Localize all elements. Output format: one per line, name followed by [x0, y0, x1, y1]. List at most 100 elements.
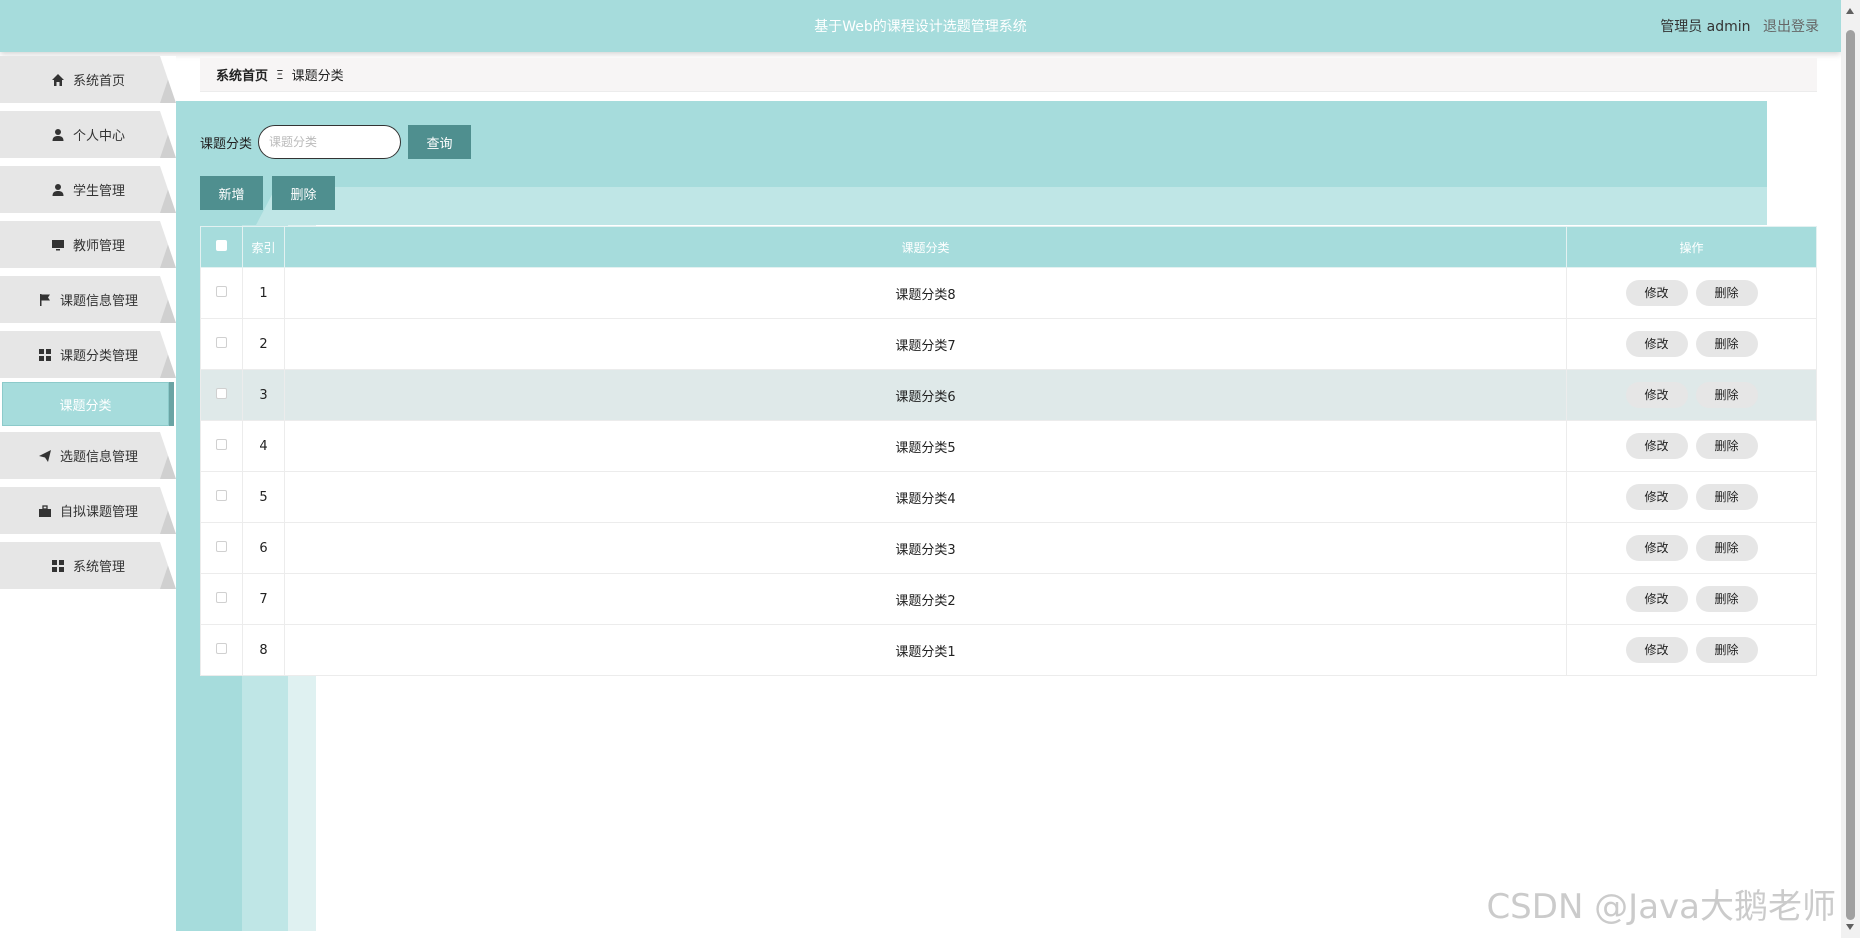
row-category: 课题分类7: [284, 318, 1567, 370]
decor-panel-strip: [176, 187, 1767, 225]
row-actions: 修改 删除: [1566, 318, 1817, 370]
edit-button[interactable]: 修改: [1625, 535, 1688, 561]
row-select-cell: [200, 471, 243, 523]
row-index: 3: [242, 369, 285, 421]
edit-button[interactable]: 修改: [1625, 484, 1688, 510]
logout-link[interactable]: 退出登录: [1763, 19, 1819, 35]
grid-icon: [38, 348, 51, 361]
sidebar-subitem-category[interactable]: 课题分类: [2, 382, 174, 426]
row-actions: 修改 删除: [1566, 369, 1817, 421]
user-area: 管理员 admin 退出登录: [1660, 16, 1819, 36]
row-checkbox[interactable]: [216, 591, 227, 603]
app-title: 基于Web的课程设计选题管理系统: [814, 19, 1027, 35]
sidebar-item-topic-info[interactable]: 课题信息管理: [0, 276, 176, 323]
delete-button[interactable]: 删除: [1695, 586, 1758, 612]
edit-button[interactable]: 修改: [1625, 586, 1688, 612]
row-actions: 修改 删除: [1566, 624, 1817, 676]
role-label: 管理员 admin: [1660, 19, 1751, 35]
delete-button[interactable]: 删除: [1695, 331, 1758, 357]
breadcrumb-home[interactable]: 系统首页: [216, 65, 268, 84]
edit-button[interactable]: 修改: [1625, 331, 1688, 357]
row-checkbox[interactable]: [216, 540, 227, 552]
table-row: 2 课题分类7 修改 删除: [200, 318, 1817, 370]
row-actions: 修改 删除: [1566, 267, 1817, 319]
user-icon: [52, 128, 64, 141]
row-select-cell: [200, 369, 243, 421]
select-all-checkbox[interactable]: [216, 240, 227, 251]
row-category: 课题分类6: [284, 369, 1567, 421]
sidebar-item-label: 学生管理: [72, 184, 125, 199]
sidebar-item-label: 自拟课题管理: [59, 505, 138, 520]
breadcrumb-current: 课题分类: [291, 69, 344, 84]
delete-button[interactable]: 删除: [1695, 484, 1758, 510]
table-header-row: 索引 课题分类 操作: [200, 226, 1817, 268]
add-button[interactable]: 新增: [200, 176, 263, 210]
table-row: 8 课题分类1 修改 删除: [200, 624, 1817, 676]
row-select-cell: [200, 267, 243, 319]
monitor-icon: [51, 239, 64, 250]
sidebar-item-profile[interactable]: 个人中心: [0, 111, 176, 158]
row-select-cell: [200, 522, 243, 574]
vertical-scrollbar[interactable]: [1841, 0, 1860, 938]
row-category: 课题分类5: [284, 420, 1567, 472]
select-all-cell: [200, 226, 243, 268]
sidebar-item-label: 系统首页: [72, 74, 125, 89]
edit-button[interactable]: 修改: [1625, 382, 1688, 408]
scroll-down-arrow-icon[interactable]: [1846, 924, 1854, 930]
row-category: 课题分类3: [284, 522, 1567, 574]
watermark-text: CSDN @Java大鹅老师: [1486, 887, 1836, 927]
app-page: 基于Web的课程设计选题管理系统 管理员 admin 退出登录 系统首页 个人中…: [0, 0, 1860, 938]
row-checkbox[interactable]: [216, 489, 227, 501]
sidebar-item-teachers[interactable]: 教师管理: [0, 221, 176, 268]
row-select-cell: [200, 420, 243, 472]
row-index: 7: [242, 573, 285, 625]
sidebar-item-system[interactable]: 系统管理: [0, 542, 176, 589]
sidebar: 系统首页 个人中心 学生管理 教师管理 课题信息管理 课题分类管理 课题分类 选…: [0, 56, 176, 597]
batch-delete-button[interactable]: 删除: [272, 176, 335, 210]
delete-button[interactable]: 删除: [1695, 535, 1758, 561]
delete-button[interactable]: 删除: [1695, 382, 1758, 408]
scroll-thumb[interactable]: [1846, 30, 1855, 920]
table-row: 6 课题分类3 修改 删除: [200, 522, 1817, 574]
sidebar-item-custom-topic[interactable]: 自拟课题管理: [0, 487, 176, 534]
row-index: 2: [242, 318, 285, 370]
action-row: 新增 删除: [200, 176, 344, 210]
table-row: 5 课题分类4 修改 删除: [200, 471, 1817, 523]
sidebar-item-selection-info[interactable]: 选题信息管理: [0, 432, 176, 479]
delete-button[interactable]: 删除: [1695, 280, 1758, 306]
query-button[interactable]: 查询: [408, 125, 472, 159]
row-checkbox[interactable]: [216, 438, 227, 450]
row-index: 6: [242, 522, 285, 574]
home-icon: [51, 73, 64, 86]
top-bar: 基于Web的课程设计选题管理系统 管理员 admin 退出登录: [0, 0, 1841, 52]
table-row: 1 课题分类8 修改 删除: [200, 267, 1817, 319]
edit-button[interactable]: 修改: [1625, 280, 1688, 306]
breadcrumb-separator: Ξ: [276, 67, 284, 82]
edit-button[interactable]: 修改: [1625, 433, 1688, 459]
grid-icon: [51, 559, 64, 572]
delete-button[interactable]: 删除: [1695, 433, 1758, 459]
search-input[interactable]: [258, 125, 402, 159]
row-checkbox[interactable]: [216, 285, 227, 297]
table-row: 3 课题分类6 修改 删除: [200, 369, 1817, 421]
scroll-up-arrow-icon[interactable]: [1846, 8, 1854, 14]
sidebar-item-label: 课题分类管理: [59, 349, 138, 364]
send-icon: [38, 449, 51, 462]
sidebar-item-topic-category[interactable]: 课题分类管理: [0, 331, 176, 378]
row-index: 1: [242, 267, 285, 319]
row-checkbox[interactable]: [216, 387, 227, 399]
search-label: 课题分类: [200, 136, 253, 152]
row-category: 课题分类2: [284, 573, 1567, 625]
delete-button[interactable]: 删除: [1695, 637, 1758, 663]
sidebar-item-label: 个人中心: [72, 129, 125, 144]
row-select-cell: [200, 624, 243, 676]
user-icon: [52, 183, 64, 196]
row-index: 4: [242, 420, 285, 472]
row-checkbox[interactable]: [216, 336, 227, 348]
row-select-cell: [200, 573, 243, 625]
row-checkbox[interactable]: [216, 642, 227, 654]
sidebar-item-students[interactable]: 学生管理: [0, 166, 176, 213]
row-actions: 修改 删除: [1566, 573, 1817, 625]
sidebar-item-home[interactable]: 系统首页: [0, 56, 176, 103]
edit-button[interactable]: 修改: [1625, 637, 1688, 663]
